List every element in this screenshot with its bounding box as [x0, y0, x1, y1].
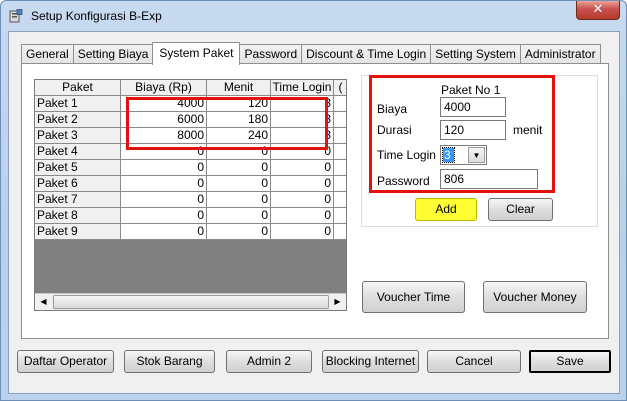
row-paket-cell[interactable]: Paket 6 [35, 176, 121, 192]
column-header-time-login[interactable]: Time Login [271, 80, 334, 96]
row-paket-cell[interactable]: Paket 5 [35, 160, 121, 176]
row-time-login-cell[interactable]: 0 [271, 176, 334, 192]
tab-discount-time-login[interactable]: Discount & Time Login [301, 44, 432, 64]
stok-barang-button[interactable]: Stok Barang [124, 350, 215, 373]
row-paket-cell[interactable]: Paket 7 [35, 192, 121, 208]
tab-setting-biaya[interactable]: Setting Biaya [72, 44, 154, 64]
row-paket-cell[interactable]: Paket 1 [35, 96, 121, 112]
grid-highlight-box [126, 97, 328, 150]
table-row[interactable]: Paket 6000 [35, 176, 346, 192]
row-biaya-cell[interactable]: 0 [121, 176, 207, 192]
row-extra-cell[interactable] [334, 224, 346, 240]
row-extra-cell[interactable] [334, 96, 346, 112]
paket-edit-group: Paket No 1 Biaya 4000 Durasi 120 menit T… [361, 75, 598, 227]
table-row[interactable]: Paket 7000 [35, 192, 346, 208]
row-menit-cell[interactable]: 0 [207, 176, 271, 192]
tab-password[interactable]: Password [239, 44, 303, 64]
row-extra-cell[interactable] [334, 112, 346, 128]
column-header-paket[interactable]: Paket [35, 80, 121, 96]
column-header-biaya[interactable]: Biaya (Rp) [121, 80, 207, 96]
voucher-time-button[interactable]: Voucher Time [362, 281, 465, 313]
row-biaya-cell[interactable]: 0 [121, 224, 207, 240]
row-biaya-cell[interactable]: 0 [121, 208, 207, 224]
row-paket-cell[interactable]: Paket 9 [35, 224, 121, 240]
column-header-extra[interactable]: ( [334, 80, 346, 96]
scroll-right-arrow-icon[interactable]: ▶ [329, 294, 346, 310]
app-config-icon [9, 9, 23, 23]
row-time-login-cell[interactable]: 0 [271, 224, 334, 240]
title-bar[interactable]: Setup Konfigurasi B-Exp ✕ [1, 1, 626, 31]
column-header-menit[interactable]: Menit [207, 80, 271, 96]
row-paket-cell[interactable]: Paket 8 [35, 208, 121, 224]
form-highlight-box [369, 75, 555, 193]
row-extra-cell[interactable] [334, 176, 346, 192]
row-extra-cell[interactable] [334, 144, 346, 160]
tab-system-paket[interactable]: System Paket [152, 42, 241, 65]
table-row[interactable]: Paket 9000 [35, 224, 346, 240]
client-area: General Setting Biaya System Paket Passw… [8, 31, 620, 394]
app-window: Setup Konfigurasi B-Exp ✕ General Settin… [0, 0, 627, 401]
row-menit-cell[interactable]: 0 [207, 224, 271, 240]
voucher-money-button[interactable]: Voucher Money [483, 281, 587, 313]
row-paket-cell[interactable]: Paket 4 [35, 144, 121, 160]
row-biaya-cell[interactable]: 0 [121, 160, 207, 176]
add-button[interactable]: Add [415, 198, 477, 221]
table-row[interactable]: Paket 8000 [35, 208, 346, 224]
row-time-login-cell[interactable]: 0 [271, 192, 334, 208]
row-paket-cell[interactable]: Paket 3 [35, 128, 121, 144]
tab-strip: General Setting Biaya System Paket Passw… [21, 42, 601, 65]
clear-button[interactable]: Clear [488, 198, 553, 221]
row-extra-cell[interactable] [334, 128, 346, 144]
row-extra-cell[interactable] [334, 208, 346, 224]
grid-header-row: Paket Biaya (Rp) Menit Time Login ( [35, 80, 346, 96]
admin-2-button[interactable]: Admin 2 [226, 350, 312, 373]
row-time-login-cell[interactable]: 0 [271, 208, 334, 224]
tab-setting-system[interactable]: Setting System [430, 44, 521, 64]
window-title: Setup Konfigurasi B-Exp [31, 9, 162, 23]
row-extra-cell[interactable] [334, 160, 346, 176]
scrollbar-thumb[interactable] [53, 295, 329, 309]
row-extra-cell[interactable] [334, 192, 346, 208]
row-menit-cell[interactable]: 0 [207, 160, 271, 176]
system-paket-panel: Paket Biaya (Rp) Menit Time Login ( Pake… [21, 63, 609, 339]
tab-general[interactable]: General [21, 44, 74, 64]
blocking-internet-button[interactable]: Blocking Internet [322, 350, 419, 373]
scroll-left-arrow-icon[interactable]: ◀ [35, 294, 52, 310]
cancel-button[interactable]: Cancel [427, 350, 521, 373]
row-paket-cell[interactable]: Paket 2 [35, 112, 121, 128]
horizontal-scrollbar[interactable]: ◀ ▶ [35, 293, 346, 310]
row-menit-cell[interactable]: 0 [207, 192, 271, 208]
close-button[interactable]: ✕ [576, 1, 620, 20]
row-biaya-cell[interactable]: 0 [121, 192, 207, 208]
row-time-login-cell[interactable]: 0 [271, 160, 334, 176]
save-button[interactable]: Save [529, 350, 611, 373]
table-row[interactable]: Paket 5000 [35, 160, 346, 176]
daftar-operator-button[interactable]: Daftar Operator [17, 350, 114, 373]
row-menit-cell[interactable]: 0 [207, 208, 271, 224]
tab-administrator[interactable]: Administrator [519, 44, 601, 64]
